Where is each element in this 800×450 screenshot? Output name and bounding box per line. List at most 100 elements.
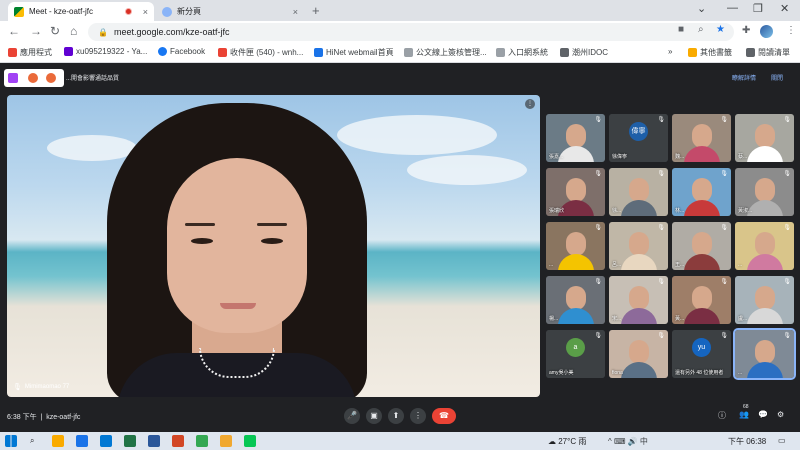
bookmark-docs[interactable]: 公文線上簽核管理... xyxy=(404,47,487,58)
taskbar-clock[interactable]: 下午 06:38 xyxy=(728,436,766,447)
participant-tile[interactable]: 🎙... xyxy=(733,328,796,380)
participant-tile[interactable]: 🎙 黃... xyxy=(672,276,731,324)
back-button[interactable]: ← xyxy=(8,24,20,38)
bookmark-yahoo[interactable]: xu095219322 - Ya... xyxy=(64,47,147,56)
close-tab-icon[interactable]: × xyxy=(293,7,298,17)
participant-name: amy吳小美 xyxy=(549,370,574,376)
bookmark-star-icon[interactable]: ★ xyxy=(716,24,725,35)
participant-tile[interactable]: a 🎙 amy吳小美 xyxy=(546,330,605,378)
participant-tile[interactable]: yu 🎙 還有另外 48 位使用者 xyxy=(672,330,731,378)
bookmark-idoc[interactable]: 潮州IDOC xyxy=(560,47,608,58)
participant-tile[interactable]: 🎙 徐... xyxy=(609,168,668,216)
microphone-button[interactable]: 🎤 xyxy=(344,408,360,424)
extension-icon[interactable] xyxy=(46,73,56,83)
bookmark-facebook[interactable]: Facebook xyxy=(158,47,205,56)
camera-indicator-icon[interactable]: ■ xyxy=(678,24,684,35)
new-tab-button[interactable]: + xyxy=(312,3,320,18)
taskbar-app-icon[interactable] xyxy=(124,435,136,447)
participant-tile[interactable]: 🎙 呂... xyxy=(609,222,668,270)
more-bookmarks-button[interactable]: » xyxy=(668,47,672,56)
tab-search-icon[interactable]: ⌄ xyxy=(697,2,706,15)
participant-face xyxy=(755,286,775,310)
participant-tile[interactable]: 🎙 王... xyxy=(672,222,731,270)
taskbar-app-icon[interactable] xyxy=(52,435,64,447)
participant-tile[interactable]: 🎙... xyxy=(546,222,605,270)
tab-new-tab[interactable]: 新分頁 × xyxy=(156,2,304,21)
participant-tile[interactable]: 🎙 黃淑... xyxy=(735,168,794,216)
taskbar-app-icon[interactable] xyxy=(76,435,88,447)
participant-tile[interactable]: 🎙 盧... xyxy=(735,276,794,324)
dismiss-link[interactable]: 關閉 xyxy=(771,73,783,82)
bookmark-apps[interactable]: 應用程式 xyxy=(8,47,52,58)
notification-icon[interactable]: ▭ xyxy=(778,436,786,445)
participant-name: 楊... xyxy=(549,316,559,322)
profile-avatar[interactable] xyxy=(760,25,773,38)
weather-widget[interactable]: ☁ 27°C 雨 xyxy=(548,436,586,447)
participant-name: 張瑞欣 xyxy=(549,208,565,214)
zoom-icon[interactable]: ⌕ xyxy=(698,24,704,35)
more-options-button[interactable]: ⋮ xyxy=(410,408,426,424)
chat-icon[interactable]: 💬 xyxy=(758,410,768,419)
extensions-icon[interactable]: ✚ xyxy=(742,25,750,36)
address-bar[interactable]: 🔒 meet.google.com/kze-oatf-jfc xyxy=(88,23,734,41)
taskbar-app-icon[interactable] xyxy=(148,435,160,447)
mic-off-icon: 🎙 xyxy=(783,279,791,285)
taskbar-app-icon[interactable] xyxy=(220,435,232,447)
bookmark-portal[interactable]: 入口網系統 xyxy=(496,47,548,58)
close-window-button[interactable]: ✕ xyxy=(780,2,789,15)
tab-meet[interactable]: Meet - kze-oatf-jfc × xyxy=(8,2,154,21)
extension-icon[interactable] xyxy=(8,73,18,83)
people-icon[interactable]: 👥 xyxy=(739,410,749,419)
present-button[interactable]: ⬆ xyxy=(388,408,404,424)
system-tray[interactable]: ^ ⌨ 🔊 中 xyxy=(608,436,648,447)
more-options-icon[interactable]: ⋮ xyxy=(525,99,535,109)
taskbar-app-icon[interactable] xyxy=(196,435,208,447)
participant-face xyxy=(755,178,775,202)
reload-button[interactable]: ↻ xyxy=(50,24,60,38)
taskbar-app-icon[interactable] xyxy=(244,435,256,447)
minimize-button[interactable]: — xyxy=(727,2,738,14)
main-speaker-video[interactable]: ⋮ 🎙 Mimimaomao 77 xyxy=(7,95,540,397)
participant-tile[interactable]: 🎙 fiona xyxy=(609,330,668,378)
forward-button[interactable]: → xyxy=(30,24,42,38)
brow xyxy=(257,223,287,226)
other-bookmarks[interactable]: 其他書籤 xyxy=(688,47,732,58)
taskbar-app-icon[interactable] xyxy=(100,435,112,447)
meet-window: ...開會影響通話品質 瞭解詳情 關閉 ⋮ 🎙 Mimimaomao 77 🎙 張… xyxy=(0,64,800,432)
bookmark-label: 入口網系統 xyxy=(508,48,548,57)
close-tab-icon[interactable]: × xyxy=(143,7,148,17)
activities-icon[interactable]: ⚙ xyxy=(777,410,784,419)
participant-name: 魏... xyxy=(675,154,685,160)
participant-face xyxy=(566,286,586,310)
mic-off-icon: 🎙 xyxy=(594,117,602,123)
home-button[interactable]: ⌂ xyxy=(70,24,77,38)
camera-button[interactable]: ▣ xyxy=(366,408,382,424)
participant-tile[interactable]: 偉寧 🎙 徐偉寧 xyxy=(609,114,668,162)
windows-start-icon[interactable] xyxy=(5,435,17,447)
bookmark-hinet[interactable]: HiNet webmail首頁 xyxy=(314,47,394,58)
participant-face xyxy=(566,124,586,148)
mic-off-icon: 🎙 xyxy=(720,225,728,231)
page-icon xyxy=(404,48,413,57)
reading-list[interactable]: 閱讀清單 xyxy=(746,47,790,58)
participant-tile[interactable]: 🎙 林... xyxy=(672,168,731,216)
bookmark-gmail[interactable]: 收件匣 (540) - wnh... xyxy=(218,47,303,58)
restore-button[interactable]: ❐ xyxy=(753,2,763,15)
participant-tile[interactable]: 🎙... xyxy=(735,222,794,270)
learn-more-link[interactable]: 瞭解詳情 xyxy=(732,73,756,82)
taskbar-app-icon[interactable] xyxy=(172,435,184,447)
participant-tile[interactable]: 🎙 張嘉... xyxy=(546,114,605,162)
end-call-button[interactable]: ☎ xyxy=(432,408,456,424)
browser-menu-icon[interactable]: ⋮ xyxy=(786,25,796,36)
participant-tile[interactable]: 🎙 宋... xyxy=(609,276,668,324)
participant-face xyxy=(629,178,649,202)
control-bar: 6:38 下午 | kze-oatf-jfc 🎤 ▣ ⬆ ⋮ ☎ ⓘ 68 👥 … xyxy=(0,404,800,432)
participant-tile[interactable]: 🎙 張瑞欣 xyxy=(546,168,605,216)
participant-tile[interactable]: 🎙 楊... xyxy=(546,276,605,324)
info-icon[interactable]: ⓘ xyxy=(718,410,726,421)
extension-icon[interactable] xyxy=(28,73,38,83)
participant-tile[interactable]: 🎙 魏... xyxy=(672,114,731,162)
search-icon[interactable]: ⌕ xyxy=(30,436,34,446)
participant-tile[interactable]: 🎙 蔡... xyxy=(735,114,794,162)
tab-bar: Meet - kze-oatf-jfc × 新分頁 × + ⌄ — ❐ ✕ xyxy=(0,0,800,21)
